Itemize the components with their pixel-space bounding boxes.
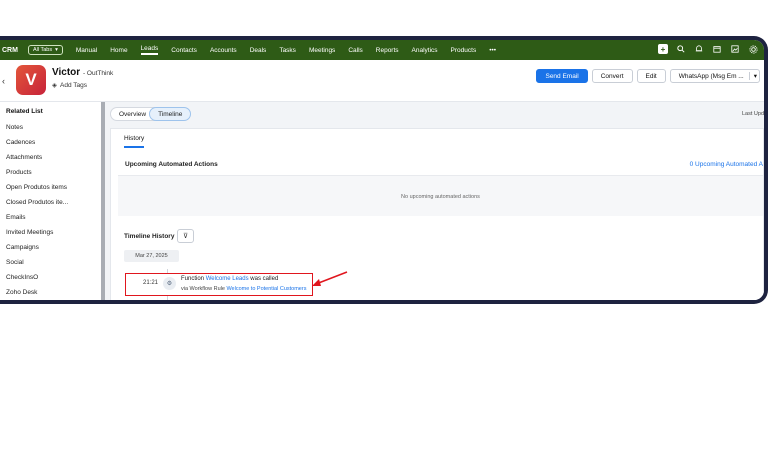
annotation-arrow-icon [312, 271, 348, 286]
nav-meetings[interactable]: Meetings [309, 47, 335, 54]
brand-logo[interactable]: CRM [2, 47, 18, 54]
sidebar-item-checkins[interactable]: CheckInsO [6, 274, 38, 281]
timeline-entry-subtext: via Workflow Rule Welcome to Potential C… [181, 286, 306, 292]
nav-accounts[interactable]: Accounts [210, 47, 237, 54]
sidebar-item-social[interactable]: Social [6, 259, 24, 266]
nav-more[interactable]: ••• [489, 47, 496, 54]
via-prefix: via Workflow Rule [181, 286, 225, 292]
record-title: Victor - OutThink [52, 67, 113, 78]
upcoming-empty-message: No upcoming automated actions [401, 194, 480, 200]
record-company: - OutThink [82, 70, 114, 77]
sidebar-item-emails[interactable]: Emails [6, 214, 26, 221]
nav-contacts[interactable]: Contacts [171, 47, 197, 54]
nav-icon-group: + [658, 44, 758, 54]
nav-leads[interactable]: Leads [140, 45, 159, 55]
timeline-card: History Upcoming Automated Actions 0 Upc… [110, 128, 764, 300]
sidebar-item-invited-meetings[interactable]: Invited Meetings [6, 229, 53, 236]
add-tags-button[interactable]: ◈ Add Tags [52, 81, 87, 90]
gallery-icon[interactable] [730, 44, 740, 54]
timeline-entry-text: Function Welcome Leads was called [181, 276, 278, 282]
upcoming-actions-section: Upcoming Automated Actions 0 Upcoming Au… [118, 154, 763, 216]
function-icon: ⚙ [163, 277, 176, 290]
upcoming-actions-header: Upcoming Automated Actions 0 Upcoming Au… [118, 154, 763, 176]
all-tabs-label: All Tabs [32, 47, 53, 53]
bell-icon[interactable] [694, 44, 704, 54]
whatsapp-label: WhatsApp (Msg Em ... [678, 72, 744, 80]
entry-suffix: was called [250, 276, 279, 282]
last-updated-text: Last Upd [741, 111, 764, 117]
sidebar-item-zoho-desk[interactable]: Zoho Desk [6, 289, 37, 296]
send-email-button[interactable]: Send Email [536, 69, 588, 83]
sidebar-item-open-produtos[interactable]: Open Produtos items [6, 184, 67, 191]
whatsapp-button[interactable]: WhatsApp (Msg Em ... ▾ [669, 69, 760, 83]
nav-reports[interactable]: Reports [376, 47, 399, 54]
search-icon[interactable] [676, 44, 686, 54]
nav-calls[interactable]: Calls [348, 47, 362, 54]
timeline-entry: 21:21 ⚙ Function Welcome Leads was calle… [125, 273, 313, 296]
record-header: ‹ V Victor - OutThink ◈ Add Tags Send Em… [0, 60, 764, 102]
nav-tasks[interactable]: Tasks [279, 47, 296, 54]
convert-button[interactable]: Convert [591, 69, 633, 83]
timeline-date: Mar 27, 2025 [124, 250, 179, 262]
sidebar-item-campaigns[interactable]: Campaigns [6, 244, 39, 251]
main-content: Overview Timeline Last Upd History Upcom… [105, 102, 764, 300]
tag-icon: ◈ [52, 82, 57, 89]
related-list-sidebar: Related List Notes Cadences Attachments … [0, 102, 101, 300]
sidebar-item-attachments[interactable]: Attachments [6, 154, 42, 161]
timeline-history-title: Timeline History [124, 233, 175, 240]
sidebar-item-closed-produtos[interactable]: Closed Produtos ite... [6, 199, 68, 206]
tab-timeline[interactable]: Timeline [149, 107, 192, 121]
timeline-entry-time: 21:21 [143, 280, 159, 286]
app-window: CRM All Tabs ▾ Manual Home Leads Contact… [0, 36, 768, 304]
chevron-down-icon: ▾ [55, 47, 58, 53]
all-tabs-button[interactable]: All Tabs ▾ [27, 45, 63, 55]
record-actions: Send Email Convert Edit WhatsApp (Msg Em… [536, 69, 760, 83]
sidebar-item-notes[interactable]: Notes [6, 124, 23, 131]
workflow-rule-link[interactable]: Welcome to Potential Customers [226, 286, 306, 292]
nav-products[interactable]: Products [451, 47, 477, 54]
related-list-title: Related List [6, 108, 43, 115]
add-tags-label: Add Tags [60, 81, 87, 89]
entry-prefix: Function [181, 276, 205, 282]
settings-icon[interactable] [748, 44, 758, 54]
record-name: Victor [52, 67, 81, 78]
nav-manual[interactable]: Manual [76, 47, 97, 54]
back-arrow-icon[interactable]: ‹ [2, 76, 5, 86]
upcoming-actions-title: Upcoming Automated Actions [125, 161, 218, 168]
chevron-down-icon[interactable]: ▾ [748, 72, 757, 80]
nav-analytics[interactable]: Analytics [412, 47, 438, 54]
plus-icon[interactable]: + [658, 44, 668, 54]
upcoming-actions-link[interactable]: 0 Upcoming Automated A [690, 161, 763, 168]
sidebar-item-cadences[interactable]: Cadences [6, 139, 35, 146]
edit-button[interactable]: Edit [636, 69, 666, 83]
function-link[interactable]: Welcome Leads [206, 276, 249, 282]
nav-deals[interactable]: Deals [250, 47, 267, 54]
nav-home[interactable]: Home [110, 47, 127, 54]
top-navigation: CRM All Tabs ▾ Manual Home Leads Contact… [0, 40, 764, 60]
avatar: V [16, 65, 46, 95]
sidebar-item-products[interactable]: Products [6, 169, 32, 176]
view-tabs: Overview Timeline [110, 107, 192, 121]
tab-history[interactable]: History [124, 135, 145, 148]
filter-icon[interactable]: ⊽ [177, 229, 194, 243]
calendar-icon[interactable] [712, 44, 722, 54]
